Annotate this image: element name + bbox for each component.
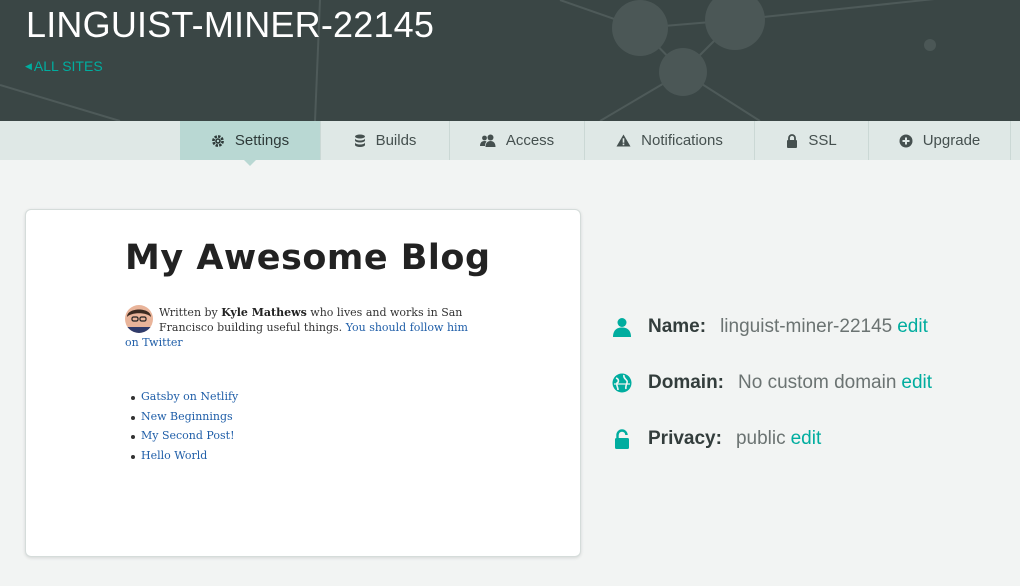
site-title: LINGUIST-MINER-22145 bbox=[26, 4, 435, 45]
tabs: Settings Builds Access Notifications SSL… bbox=[180, 121, 1011, 166]
post-link[interactable]: Gatsby on Netlify bbox=[130, 390, 238, 410]
users-icon bbox=[479, 134, 496, 147]
warning-icon bbox=[616, 134, 631, 147]
tab-access[interactable]: Access bbox=[450, 121, 585, 160]
tab-settings[interactable]: Settings bbox=[180, 121, 321, 166]
blog-title: My Awesome Blog bbox=[125, 238, 491, 278]
post-link[interactable]: My Second Post! bbox=[130, 429, 238, 449]
tab-builds[interactable]: Builds bbox=[321, 121, 450, 160]
edit-privacy-link[interactable]: edit bbox=[791, 428, 822, 450]
avatar bbox=[125, 305, 153, 333]
tab-ssl[interactable]: SSL bbox=[755, 121, 869, 160]
all-sites-link[interactable]: ◀ ALL SITES bbox=[25, 58, 103, 74]
tab-label: Settings bbox=[234, 132, 290, 149]
post-link[interactable]: Hello World bbox=[130, 449, 238, 469]
tab-label: Upgrade bbox=[922, 132, 981, 149]
tab-notifications[interactable]: Notifications bbox=[585, 121, 755, 160]
name-label: Name: bbox=[648, 316, 707, 337]
tab-label: Builds bbox=[375, 132, 417, 149]
name-value: linguist-miner-22145 bbox=[720, 316, 893, 337]
plus-circle-icon bbox=[899, 134, 913, 147]
site-preview[interactable]: My Awesome Blog Written by Kyle Mathews … bbox=[25, 209, 581, 557]
site-name-row: Name: linguist-miner-22145 edit bbox=[612, 314, 928, 340]
domain-label: Domain: bbox=[648, 372, 724, 393]
author-bio: Written by Kyle Mathews who lives and wo… bbox=[125, 305, 485, 350]
all-sites-label: ALL SITES bbox=[33, 58, 103, 74]
tab-label: SSL bbox=[808, 132, 837, 149]
lock-icon bbox=[787, 133, 798, 148]
caret-left-icon: ◀ bbox=[25, 60, 32, 71]
post-list: Gatsby on Netlify New Beginnings My Seco… bbox=[130, 390, 238, 469]
edit-name-link[interactable]: edit bbox=[897, 316, 928, 338]
author-name: Kyle Mathews bbox=[221, 306, 307, 319]
domain-value: No custom domain bbox=[738, 372, 897, 393]
edit-domain-link[interactable]: edit bbox=[901, 372, 932, 394]
privacy-value: public bbox=[735, 428, 786, 449]
database-icon bbox=[354, 134, 365, 147]
lock-icon bbox=[615, 429, 629, 449]
domain-row: Domain: No custom domain edit bbox=[612, 370, 932, 396]
post-link[interactable]: New Beginnings bbox=[130, 410, 238, 430]
globe-icon bbox=[612, 373, 632, 393]
site-header: LINGUIST-MINER-22145 ◀ ALL SITES bbox=[0, 0, 1020, 121]
tab-label: Access bbox=[505, 132, 555, 149]
bio-prefix: Written by bbox=[159, 306, 222, 319]
gear-icon bbox=[211, 134, 224, 147]
tab-bar: Settings Builds Access Notifications SSL… bbox=[0, 121, 1020, 166]
tab-upgrade[interactable]: Upgrade bbox=[869, 121, 1011, 160]
privacy-label: Privacy: bbox=[648, 428, 722, 449]
user-icon bbox=[613, 318, 631, 337]
privacy-row: Privacy: public edit bbox=[612, 426, 821, 452]
tab-label: Notifications bbox=[641, 132, 723, 149]
